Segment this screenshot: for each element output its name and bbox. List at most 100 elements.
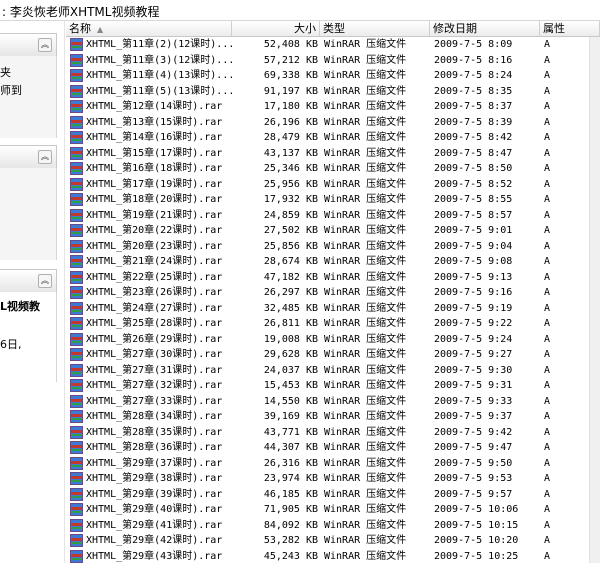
winrar-archive-icon	[70, 518, 83, 532]
file-attributes: A	[544, 256, 551, 267]
winrar-archive-icon	[70, 162, 83, 175]
winrar-archive-icon	[70, 534, 83, 547]
column-header-date[interactable]: 修改日期	[430, 21, 540, 36]
file-row[interactable]: XHTML_第17章(19课时).rar 25,956 KB WinRAR 压缩文件…	[66, 177, 600, 193]
task-panel-header-3[interactable]: ︽	[0, 269, 57, 293]
collapse-chevron-icon[interactable]: ︽	[38, 274, 52, 288]
winrar-archive-icon	[70, 301, 83, 315]
file-row[interactable]: XHTML_第11章(2)(12课时)... 52,408 KB WinRAR 压缩…	[66, 37, 600, 53]
file-row[interactable]: XHTML_第29章(41课时).rar 84,092 KB WinRAR 压缩文件…	[66, 518, 600, 534]
file-row[interactable]: XHTML_第20章(22课时).rar 27,502 KB WinRAR 压缩文件…	[66, 223, 600, 239]
file-row[interactable]: XHTML_第25章(28课时).rar 26,811 KB WinRAR 压缩文件…	[66, 316, 600, 332]
file-row[interactable]: XHTML_第20章(23课时).rar 25,856 KB WinRAR 压缩文件…	[66, 239, 600, 255]
file-size: 39,169 KB	[263, 411, 318, 422]
file-type: WinRAR 压缩文件	[324, 411, 407, 422]
column-header-size[interactable]: 大小	[232, 21, 320, 36]
file-row[interactable]: XHTML_第28章(35课时).rar 43,771 KB WinRAR 压缩文件…	[66, 425, 600, 441]
file-modified-date: 2009-7-5 10:25	[434, 550, 519, 562]
file-attributes: A	[544, 442, 551, 453]
file-type: WinRAR 压缩文件	[324, 535, 407, 546]
window-title: : 李炎恢老师XHTML视频教程	[2, 5, 160, 19]
file-row[interactable]: XHTML_第21章(24课时).rar 28,674 KB WinRAR 压缩文件…	[66, 254, 600, 270]
file-size: 25,346 KB	[263, 163, 318, 174]
file-size: 24,037 KB	[263, 364, 318, 376]
file-modified-date: 2009-7-5 9:50	[434, 457, 513, 469]
file-row[interactable]: XHTML_第29章(38课时).rar 23,974 KB WinRAR 压缩文件…	[66, 471, 600, 487]
file-type: WinRAR 压缩文件	[324, 302, 407, 314]
file-row[interactable]: XHTML_第11章(5)(13课时)... 91,197 KB WinRAR 压缩…	[66, 84, 600, 100]
file-attributes: A	[544, 426, 551, 438]
file-type: WinRAR 压缩文件	[324, 349, 407, 360]
file-size: 26,811 KB	[263, 318, 318, 329]
file-row[interactable]: XHTML_第27章(32课时).rar 15,453 KB WinRAR 压缩文件…	[66, 378, 600, 394]
file-modified-date: 2009-7-5 9:01	[434, 225, 513, 236]
file-type: WinRAR 压缩文件	[324, 178, 407, 190]
file-size: 26,297 KB	[263, 287, 318, 298]
file-attributes: A	[544, 271, 551, 283]
file-row[interactable]: XHTML_第22章(25课时).rar 47,182 KB WinRAR 压缩文件…	[66, 270, 600, 286]
file-attributes: A	[544, 70, 551, 81]
file-modified-date: 2009-7-5 9:04	[434, 240, 513, 252]
file-size: 19,008 KB	[263, 333, 318, 345]
file-row[interactable]: XHTML_第11章(3)(12课时)... 57,212 KB WinRAR 压缩…	[66, 53, 600, 69]
file-modified-date: 2009-7-5 9:22	[434, 318, 513, 329]
file-row[interactable]: XHTML_第29章(42课时).rar 53,282 KB WinRAR 压缩文件…	[66, 533, 600, 549]
file-modified-date: 2009-7-5 10:20	[434, 535, 519, 546]
winrar-archive-icon	[70, 193, 83, 206]
winrar-archive-icon	[70, 503, 83, 516]
file-modified-date: 2009-7-5 9:47	[434, 442, 513, 453]
vertical-scrollbar[interactable]	[589, 37, 600, 563]
file-type: WinRAR 压缩文件	[324, 364, 407, 376]
file-type: WinRAR 压缩文件	[324, 132, 407, 143]
file-attributes: A	[544, 457, 551, 469]
file-size: 25,856 KB	[263, 240, 318, 252]
file-modified-date: 2009-7-5 9:16	[434, 287, 513, 298]
file-row[interactable]: XHTML_第18章(20课时).rar 17,932 KB WinRAR 压缩文件…	[66, 192, 600, 208]
file-row[interactable]: XHTML_第23章(26课时).rar 26,297 KB WinRAR 压缩文件…	[66, 285, 600, 301]
file-attributes: A	[544, 147, 551, 159]
task-panel-body-1: 夹 师到	[0, 56, 57, 138]
file-row[interactable]: XHTML_第29章(40课时).rar 71,905 KB WinRAR 压缩文件…	[66, 502, 600, 518]
collapse-chevron-icon[interactable]: ︽	[38, 150, 52, 164]
column-header-type[interactable]: 类型	[320, 21, 430, 36]
collapse-chevron-icon[interactable]: ︽	[38, 38, 52, 52]
file-row[interactable]: XHTML_第28章(36课时).rar 44,307 KB WinRAR 压缩文件…	[66, 440, 600, 456]
file-type: WinRAR 压缩文件	[324, 426, 407, 438]
file-type: WinRAR 压缩文件	[324, 240, 407, 252]
file-type: WinRAR 压缩文件	[324, 380, 407, 391]
file-type: WinRAR 压缩文件	[324, 504, 407, 515]
file-modified-date: 2009-7-5 9:42	[434, 426, 513, 438]
file-row[interactable]: XHTML_第11章(4)(13课时)... 69,338 KB WinRAR 压缩…	[66, 68, 600, 84]
file-row[interactable]: XHTML_第29章(37课时).rar 26,316 KB WinRAR 压缩文件…	[66, 456, 600, 472]
file-row[interactable]: XHTML_第26章(29课时).rar 19,008 KB WinRAR 压缩文件…	[66, 332, 600, 348]
column-header-attributes[interactable]: 属性	[540, 21, 600, 36]
task-panel-header-1[interactable]: ︽	[0, 33, 57, 57]
file-row[interactable]: XHTML_第19章(21课时).rar 24,859 KB WinRAR 压缩文件…	[66, 208, 600, 224]
file-attributes: A	[544, 519, 551, 531]
file-row[interactable]: XHTML_第27章(33课时).rar 14,550 KB WinRAR 压缩文件…	[66, 394, 600, 410]
window-title-bar: : 李炎恢老师XHTML视频教程	[0, 0, 600, 21]
file-type: WinRAR 压缩文件	[324, 457, 407, 469]
file-row[interactable]: XHTML_第24章(27课时).rar 32,485 KB WinRAR 压缩文件…	[66, 301, 600, 317]
file-row[interactable]: XHTML_第27章(31课时).rar 24,037 KB WinRAR 压缩文件…	[66, 363, 600, 379]
task-pane: ︽ 夹 师到 ︽ ︽ L视频教 6日,	[0, 21, 65, 563]
file-row[interactable]: XHTML_第27章(30课时).rar 29,628 KB WinRAR 压缩文件…	[66, 347, 600, 363]
file-modified-date: 2009-7-5 8:37	[434, 101, 513, 112]
winrar-archive-icon	[70, 394, 83, 408]
file-row[interactable]: XHTML_第16章(18课时).rar 25,346 KB WinRAR 压缩文件…	[66, 161, 600, 177]
file-type: WinRAR 压缩文件	[324, 85, 407, 97]
file-size: 26,196 KB	[263, 116, 318, 128]
file-row[interactable]: XHTML_第13章(15课时).rar 26,196 KB WinRAR 压缩文件…	[66, 115, 600, 131]
file-row[interactable]: XHTML_第14章(16课时).rar 28,479 KB WinRAR 压缩文件…	[66, 130, 600, 146]
file-row[interactable]: XHTML_第29章(43课时).rar 45,243 KB WinRAR 压缩文件…	[66, 549, 600, 563]
file-row[interactable]: XHTML_第28章(34课时).rar 39,169 KB WinRAR 压缩文件…	[66, 409, 600, 425]
winrar-archive-icon	[70, 332, 83, 346]
task-panel-header-2[interactable]: ︽	[0, 145, 57, 169]
file-modified-date: 2009-7-5 8:35	[434, 85, 513, 97]
file-type: WinRAR 压缩文件	[324, 256, 407, 267]
file-row[interactable]: XHTML_第15章(17课时).rar 43,137 KB WinRAR 压缩文件…	[66, 146, 600, 162]
column-header-name[interactable]: 名称 ▲	[66, 21, 232, 36]
file-list-view[interactable]: 名称 ▲ 大小 类型 修改日期 属性 XHTML_第11章(2)(12课时)...…	[66, 21, 600, 563]
file-row[interactable]: XHTML_第29章(39课时).rar 46,185 KB WinRAR 压缩文件…	[66, 487, 600, 503]
file-row[interactable]: XHTML_第12章(14课时).rar 17,180 KB WinRAR 压缩文件…	[66, 99, 600, 115]
